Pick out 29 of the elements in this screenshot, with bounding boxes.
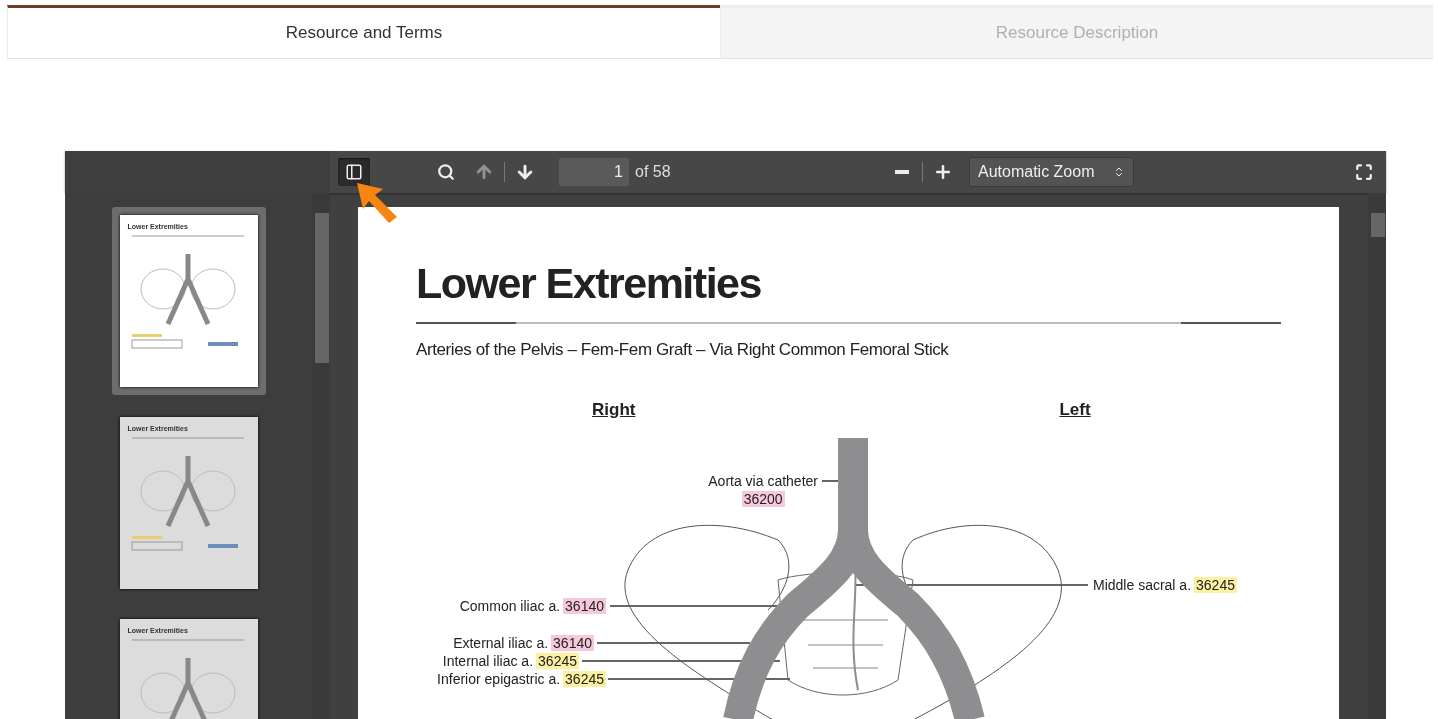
document-subtitle: Arteries of the Pelvis – Fem-Fem Graft – Via Right Common Femoral Stick	[416, 340, 950, 360]
column-heading: Right	[592, 400, 636, 420]
artery-label: Middle sacral a.	[1093, 577, 1192, 593]
page-scrollbar[interactable]	[1368, 193, 1386, 719]
artery-label: Aorta via catheter	[708, 473, 818, 489]
procedure-code: 36140	[563, 598, 606, 614]
column-heading: Left	[1059, 400, 1091, 420]
procedure-code: 36200	[741, 491, 785, 507]
artery-label: Common iliac a.	[459, 598, 561, 614]
plus-icon	[933, 162, 953, 182]
page-number-field[interactable]: 1	[559, 158, 629, 186]
artery-label: Internal iliac a.	[442, 653, 534, 669]
artery-label: External iliac a.	[453, 635, 549, 651]
tab[interactable]: Resource and Terms	[7, 5, 720, 58]
procedure-code: 36140	[551, 635, 594, 651]
sidebar-icon	[345, 163, 363, 181]
fullscreen-icon	[1355, 163, 1373, 181]
artery-label: Inferior epigastric a.	[437, 671, 561, 687]
sidebar-toggle-button[interactable]	[338, 158, 370, 186]
document-title: Lower Extremities	[416, 259, 762, 308]
zoom-select[interactable]: Automatic Zoom	[969, 157, 1134, 187]
minus-icon	[895, 170, 909, 174]
updown-caret-icon	[1113, 166, 1125, 178]
arrow-up-icon	[474, 162, 494, 182]
page-count: of 58	[635, 163, 671, 181]
procedure-code: 36245	[563, 671, 606, 687]
procedure-code: 36245	[1194, 577, 1237, 593]
search-icon	[437, 163, 455, 181]
procedure-code: 36245	[536, 653, 579, 669]
